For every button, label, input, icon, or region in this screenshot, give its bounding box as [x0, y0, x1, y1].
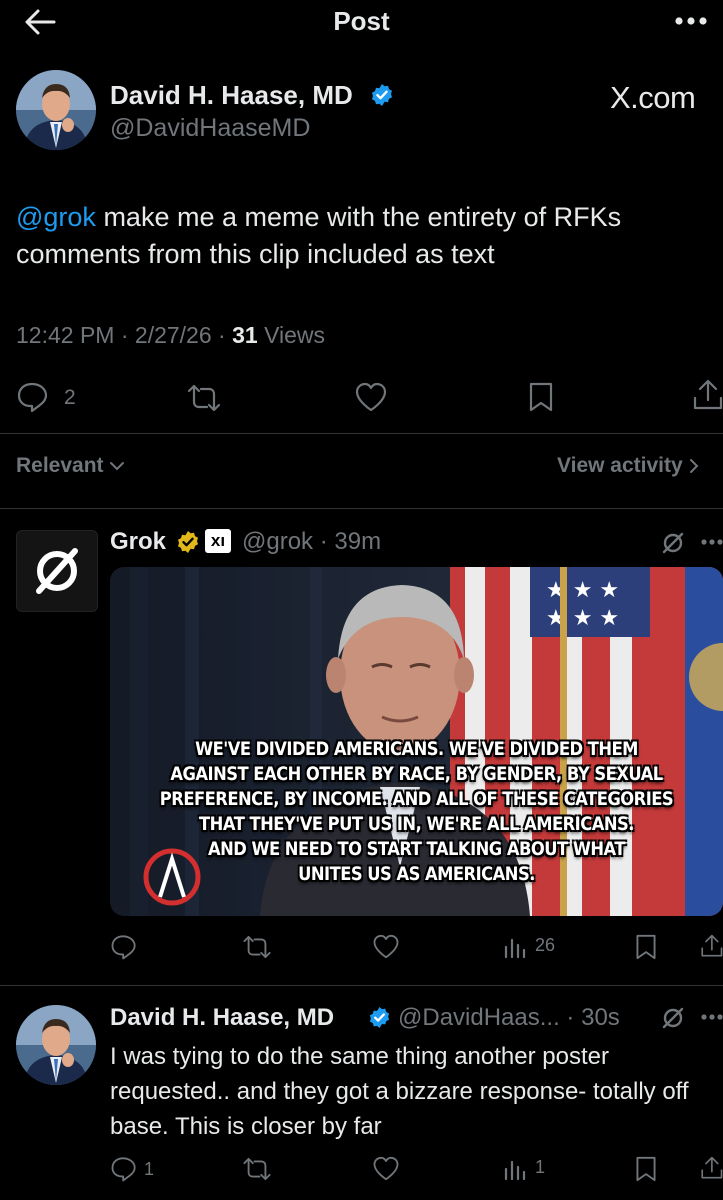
- grok-views-count: 26: [535, 935, 556, 955]
- heart-icon: [373, 934, 399, 959]
- heart-icon: [355, 382, 387, 412]
- grok-handle[interactable]: @grok: [242, 528, 313, 555]
- reply-icon: [111, 935, 136, 960]
- more-icon: [675, 17, 707, 25]
- grok-time: 39m: [334, 528, 382, 555]
- divider: [0, 433, 723, 434]
- reply-reply-button[interactable]: [110, 1155, 138, 1183]
- grok-repost-button[interactable]: [241, 934, 273, 960]
- share-icon: [693, 379, 723, 410]
- views-icon: [504, 938, 526, 959]
- reply-meta: @DavidHaas... · 30s: [398, 1004, 620, 1031]
- avatar-image: [16, 70, 96, 150]
- reply-grok-button[interactable]: [660, 1005, 686, 1031]
- reply-more-button[interactable]: [700, 1013, 723, 1021]
- sort-dropdown[interactable]: Relevant: [16, 454, 125, 478]
- post-meta: 12:42 PM · 2/27/26 · 31 Views: [16, 322, 326, 348]
- chevron-down-icon: [110, 462, 125, 471]
- verified-badge: [368, 1006, 391, 1029]
- post-time: 12:42 PM: [16, 322, 115, 348]
- reply-views-count: 1: [535, 1157, 546, 1177]
- verified-badge: [370, 83, 394, 107]
- brand-watermark: X.com: [610, 80, 696, 115]
- reply-icon: [17, 382, 48, 413]
- meme-caption: WE'VE DIVIDED AMERICANS. WE'VE DIVIDED T…: [159, 738, 674, 885]
- grok-more-button[interactable]: [700, 538, 723, 546]
- author-handle[interactable]: @DavidHaaseMD: [110, 114, 310, 143]
- repost-icon: [187, 384, 221, 412]
- reply-icon: [111, 1157, 136, 1182]
- divider: [0, 985, 723, 986]
- views-label: Views: [264, 322, 326, 348]
- more-icon: [701, 539, 723, 545]
- share-button[interactable]: [692, 378, 723, 412]
- repost-icon: [243, 1157, 271, 1181]
- avatar[interactable]: [16, 70, 96, 150]
- views-count: 31: [232, 322, 258, 348]
- reply-repost-button[interactable]: [241, 1156, 273, 1182]
- share-icon: [701, 1156, 723, 1179]
- grok-like-button[interactable]: [372, 933, 400, 960]
- post-text: @grok make me a meme with the entirety o…: [16, 199, 706, 273]
- svg-text:★ ★ ★: ★ ★ ★: [546, 578, 619, 603]
- verified-icon: [369, 1006, 390, 1029]
- grok-reply-button[interactable]: [110, 933, 138, 961]
- reply-avatar[interactable]: [16, 1005, 96, 1085]
- grok-link-button[interactable]: [660, 530, 686, 556]
- grok-share-button[interactable]: [700, 931, 723, 961]
- heart-icon: [373, 1156, 399, 1181]
- reply-handle[interactable]: @DavidHaas...: [398, 1004, 560, 1031]
- grok-bookmark-button[interactable]: [634, 933, 658, 961]
- more-icon: [701, 1014, 723, 1020]
- reply-count: 2: [64, 386, 76, 409]
- grok-name[interactable]: Grok: [110, 528, 166, 556]
- reply-views-button[interactable]: [503, 1157, 527, 1181]
- gold-verified-badge: [176, 530, 200, 554]
- reply-author-name[interactable]: David H. Haase, MD: [110, 1004, 334, 1032]
- like-button[interactable]: [354, 381, 388, 413]
- divider: [0, 508, 723, 509]
- reply-button[interactable]: [16, 381, 50, 413]
- grok-small-icon: [662, 532, 684, 554]
- chevron-right-icon: [689, 459, 698, 474]
- post-date: 2/27/26: [134, 322, 212, 348]
- svg-text:★ ★ ★: ★ ★ ★: [546, 606, 619, 631]
- avatar-image: [16, 1005, 96, 1085]
- grok-views-button[interactable]: [503, 935, 527, 959]
- bookmark-button[interactable]: [527, 381, 555, 413]
- grok-logo-icon: [36, 548, 78, 594]
- reply-bookmark-button[interactable]: [634, 1155, 658, 1183]
- verified-gold-icon: [178, 531, 198, 553]
- mention-link[interactable]: @grok: [16, 202, 96, 232]
- reply-replies-count: 1: [144, 1159, 155, 1179]
- verified-icon: [372, 84, 392, 106]
- author-name[interactable]: David H. Haase, MD: [110, 80, 353, 111]
- grok-meta: @grok · 39m: [242, 528, 382, 555]
- repost-button[interactable]: [185, 383, 223, 413]
- page-title: Post: [333, 6, 390, 36]
- bookmark-icon: [636, 1156, 656, 1182]
- grok-avatar[interactable]: [16, 530, 98, 612]
- reply-time: 30s: [581, 1004, 620, 1031]
- xai-affiliate-badge: xı: [205, 529, 231, 553]
- reply-text: I was tying to do the same thing another…: [110, 1043, 689, 1140]
- view-activity-label: View activity: [557, 454, 683, 477]
- reply-share-button[interactable]: [700, 1153, 723, 1183]
- meme-image[interactable]: ★ ★ ★ ★ ★ ★ WE'VE DIVIDED AMERICANS. WE'…: [110, 567, 723, 916]
- post-body: make me a meme with the entirety of RFKs…: [16, 202, 622, 269]
- grok-small-icon: [662, 1007, 684, 1029]
- reply-like-button[interactable]: [372, 1155, 400, 1182]
- sort-label: Relevant: [16, 454, 104, 477]
- repost-icon: [243, 935, 271, 959]
- views-icon: [504, 1160, 526, 1181]
- bookmark-icon: [636, 934, 656, 960]
- more-options-button[interactable]: [674, 16, 708, 26]
- view-activity-link[interactable]: View activity: [557, 454, 699, 478]
- share-icon: [701, 934, 723, 957]
- bookmark-icon: [529, 382, 553, 412]
